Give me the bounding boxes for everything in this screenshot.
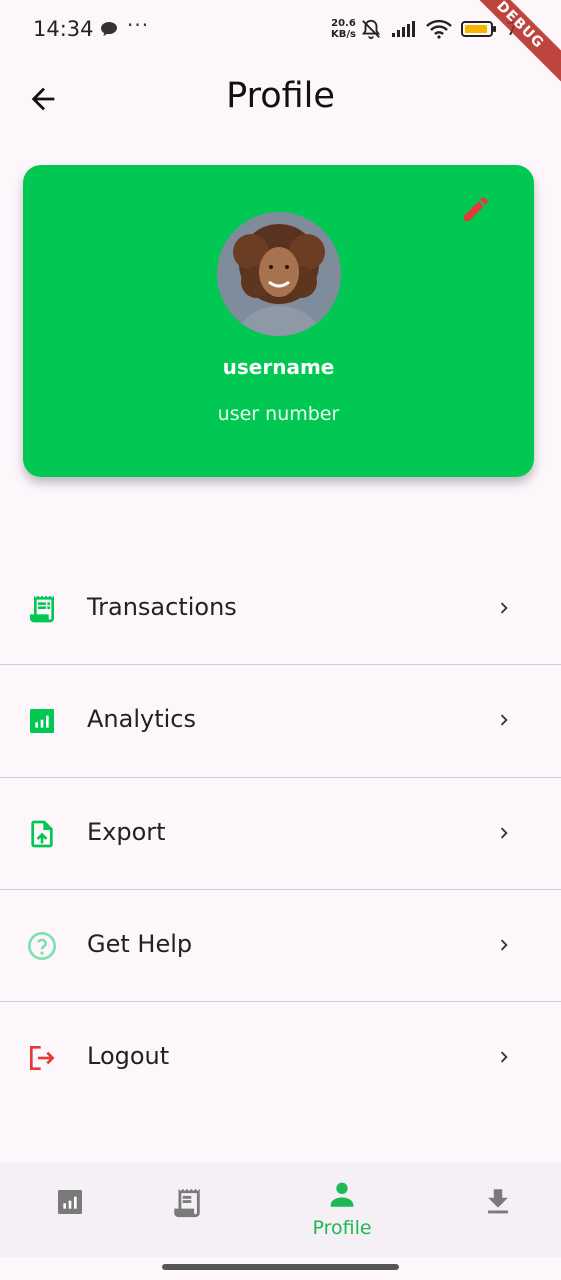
status-icons: 7 [360, 18, 517, 40]
menu-item-label: Export [87, 818, 166, 846]
status-more-dots: ··· [127, 13, 150, 37]
nav-download[interactable] [428, 1163, 561, 1257]
menu-item-label: Logout [87, 1042, 170, 1070]
nav-profile-label: Profile [312, 1217, 372, 1239]
chevron-right-icon [500, 1051, 508, 1063]
wifi-icon [426, 19, 452, 39]
menu-item-label: Transactions [87, 593, 237, 621]
network-speed-value: 20.6 [331, 18, 356, 29]
receipt-icon [174, 1188, 200, 1218]
chat-bubble-icon [100, 21, 118, 41]
person-icon [330, 1182, 354, 1207]
battery-icon [461, 21, 496, 37]
logout-icon [30, 1046, 55, 1070]
home-indicator[interactable] [162, 1264, 399, 1270]
nav-transactions[interactable] [117, 1163, 257, 1257]
bottom-navigation: Profile [0, 1163, 561, 1257]
avatar-photo [217, 212, 341, 336]
menu-item-label: Analytics [87, 705, 196, 733]
username: username [222, 355, 335, 379]
signal-icon [392, 21, 415, 37]
receipt-icon [30, 595, 54, 623]
export-file-icon [31, 820, 53, 848]
pencil-icon [464, 196, 488, 221]
menu-item-export[interactable]: Export [0, 778, 561, 890]
bell-off-icon [361, 19, 381, 40]
app-bar: Profile [0, 60, 561, 136]
chevron-right-icon [500, 939, 508, 951]
analytics-icon [58, 1190, 82, 1214]
download-icon [488, 1189, 508, 1214]
user-number: user number [217, 403, 340, 425]
menu-item-logout[interactable]: Logout [0, 1002, 561, 1114]
help-circle-icon [28, 932, 56, 960]
nav-profile[interactable]: Profile [272, 1163, 412, 1257]
status-time: 14:34 [33, 17, 94, 41]
menu-item-label: Get Help [87, 930, 193, 958]
chevron-right-icon [500, 602, 508, 614]
status-bar: 14:34 ··· 20.6 KB/s 7 DEBUG [0, 0, 561, 86]
page-title: Profile [226, 76, 335, 116]
chevron-right-icon [500, 714, 508, 726]
edit-profile-button[interactable] [460, 193, 492, 225]
profile-card: username user number [23, 165, 534, 477]
menu-item-get-help[interactable]: Get Help [0, 890, 561, 1002]
analytics-icon [30, 709, 54, 733]
menu-item-analytics[interactable]: Analytics [0, 665, 561, 777]
network-speed: 20.6 KB/s [331, 18, 356, 40]
chevron-right-icon [500, 827, 508, 839]
network-speed-unit: KB/s [331, 29, 356, 40]
menu-item-transactions[interactable]: Transactions [0, 553, 561, 665]
avatar[interactable] [217, 212, 341, 336]
